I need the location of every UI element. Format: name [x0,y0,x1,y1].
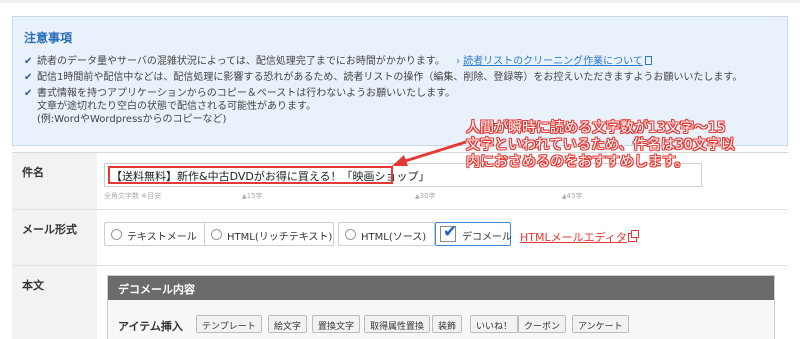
notice-subtext: (例:WordやWordpressからのコピーなど) [37,114,227,125]
top-border [0,0,800,3]
notice-title: 注意事項 [24,31,73,45]
format-option-html-source[interactable]: HTML(ソース) [338,222,435,246]
format-option-html-rich[interactable]: HTML(リッチテキスト) [204,222,334,246]
notice-subtext: 文章が途切れたり空白の状態で配信される可能性があります。 [37,101,316,112]
like-button[interactable]: いいね！ [470,315,519,333]
radio-icon [211,229,222,240]
template-button[interactable]: テンプレート [196,315,262,333]
notice-text: 配信1時間前や配信中などは、配信処理に影響する恐れがあるため、読者リストの操作（… [37,72,743,83]
cleaning-guide-link[interactable]: › 読者リストのクリーニング作業について [456,56,643,67]
annotation-line: 文字といわれているため、件名は30文字以 [466,137,735,153]
format-option-text[interactable]: テキストメール [104,222,208,246]
emoji-button[interactable]: 絵文字 [268,315,308,333]
check-icon: ✔ [24,88,33,99]
check-icon: ✔ [24,72,33,83]
body-label: 本文 [12,266,97,339]
notice-item: ✔ 書式情報を持つアプリケーションからのコピー＆ペーストは行わないようお願いいたし… [24,87,455,126]
mail-format-label: メール形式 [12,210,97,265]
notice-item: ✔ 読者のデータ量やサーバの混雑状況によっては、配信処理完了までにお時間がかかりま… [24,55,652,68]
document-icon [644,56,652,65]
annotation-line: 内におさめるのをおすすめします。 [466,154,689,170]
annotation-line: 人間が瞬時に読める文字数が13文字〜15 [466,120,726,136]
annotation-arrow [392,140,467,166]
annotation-note: 人間が瞬時に読める文字数が13文字〜15 文字といわれているため、件名は30文字… [466,120,766,171]
subject-label: 件名 [12,153,97,209]
replace-text-button[interactable]: 置換文字 [312,315,361,333]
highlight-box [108,166,393,184]
radio-icon [345,229,356,240]
deco-panel-title: デコメール内容 [108,276,774,300]
notice-item: ✔ 配信1時間前や配信中などは、配信処理に影響する恐れがあるため、読者リストの操作… [24,71,742,84]
attribute-replace-button[interactable]: 取得属性置換 [364,315,431,333]
notice-text: 書式情報を持つアプリケーションからのコピー＆ペーストは行わないようお願いいたしま… [37,88,456,99]
ruler-mark-45: ▲45字 [562,192,583,200]
ruler-hint: 全角文字数 ※目安 [104,192,162,200]
notice-text: 読者のデータ量やサーバの混雑状況によっては、配信処理完了までにお時間がかかります… [37,56,445,67]
ruler-mark-30: ▲30字 [415,192,436,200]
checkbox-checked-icon: ✔ [440,222,457,242]
arrow-right-icon: › [456,56,461,67]
item-insert-label: アイテム挿入 [118,320,183,333]
external-link-icon [628,230,639,242]
decoration-button[interactable]: 装飾 [432,315,463,333]
format-option-deco[interactable]: ✔ デコメール [435,222,512,246]
coupon-button[interactable]: クーポン [518,315,567,333]
check-icon: ✔ [24,56,33,67]
deco-mail-panel: デコメール内容 アイテム挿入 テンプレート 絵文字 置換文字 取得属性置換 装飾… [107,275,775,339]
radio-icon [111,229,122,240]
ruler-mark-15: ▲15字 [242,192,263,200]
html-editor-link[interactable]: HTMLメールエディタ [520,229,627,245]
survey-button[interactable]: アンケート [572,315,629,333]
